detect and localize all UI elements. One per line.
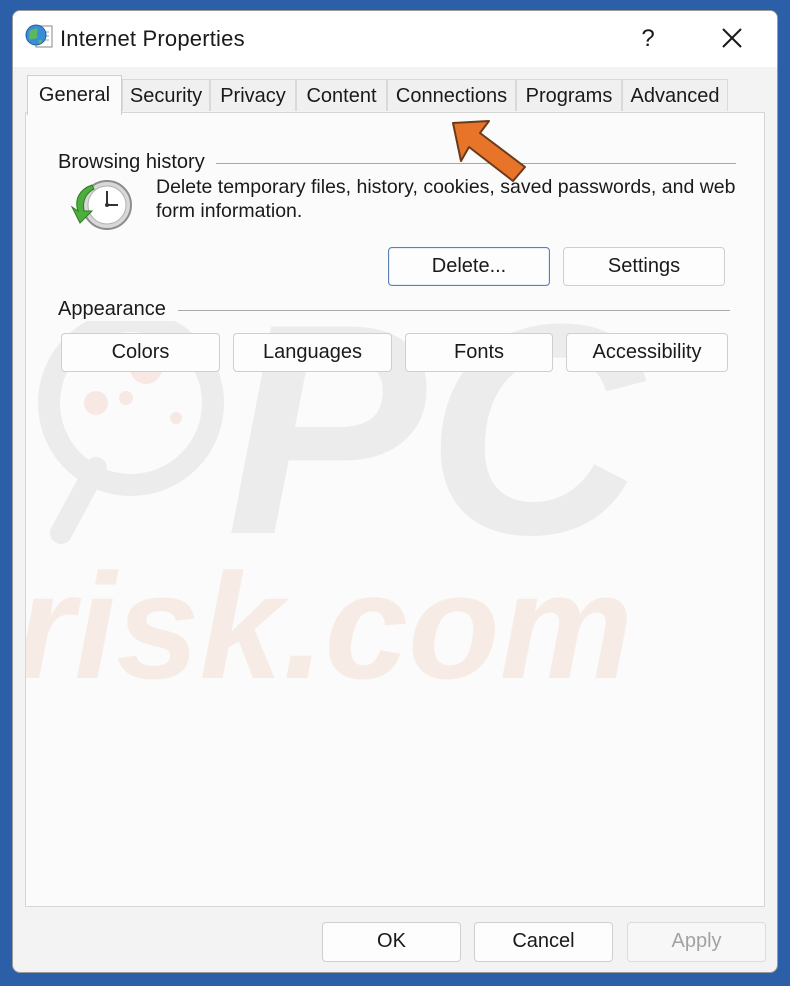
apply-button[interactable]: Apply (627, 922, 766, 962)
browsing-history-description: Delete temporary files, history, cookies… (156, 176, 736, 222)
fonts-button[interactable]: Fonts (405, 333, 553, 372)
appearance-divider (178, 310, 730, 311)
internet-properties-window: Internet Properties ? General Security P… (12, 10, 778, 973)
tab-security[interactable]: Security (122, 79, 210, 111)
close-icon[interactable] (709, 21, 755, 57)
general-tab-panel: PC risk.com Browsing history Delete temp… (25, 112, 765, 907)
window-title: Internet Properties (60, 26, 245, 51)
accessibility-button[interactable]: Accessibility (566, 333, 728, 372)
tab-advanced[interactable]: Advanced (622, 79, 728, 111)
history-clock-icon (70, 180, 132, 230)
watermark-line1: PC (226, 261, 646, 597)
title-bar: Internet Properties ? (13, 11, 777, 67)
help-button[interactable]: ? (625, 21, 671, 57)
appearance-heading: Appearance (58, 298, 176, 321)
watermark-line2: risk.com (26, 542, 633, 710)
ok-button[interactable]: OK (322, 922, 461, 962)
colors-button[interactable]: Colors (61, 333, 220, 372)
languages-button[interactable]: Languages (233, 333, 392, 372)
tab-privacy[interactable]: Privacy (210, 79, 296, 111)
settings-button[interactable]: Settings (563, 247, 725, 286)
tab-general[interactable]: General (27, 75, 122, 115)
tab-strip: General Security Privacy Content Connect… (13, 67, 777, 115)
tab-connections[interactable]: Connections (387, 79, 516, 111)
tab-content[interactable]: Content (296, 79, 387, 111)
cancel-button[interactable]: Cancel (474, 922, 613, 962)
browsing-history-heading: Browsing history (58, 151, 215, 174)
tab-programs[interactable]: Programs (516, 79, 622, 111)
orange-arrow-icon (452, 120, 526, 182)
pcrisk-watermark: PC risk.com (26, 261, 646, 710)
internet-globe-icon (25, 24, 53, 48)
delete-button[interactable]: Delete... (388, 247, 550, 286)
